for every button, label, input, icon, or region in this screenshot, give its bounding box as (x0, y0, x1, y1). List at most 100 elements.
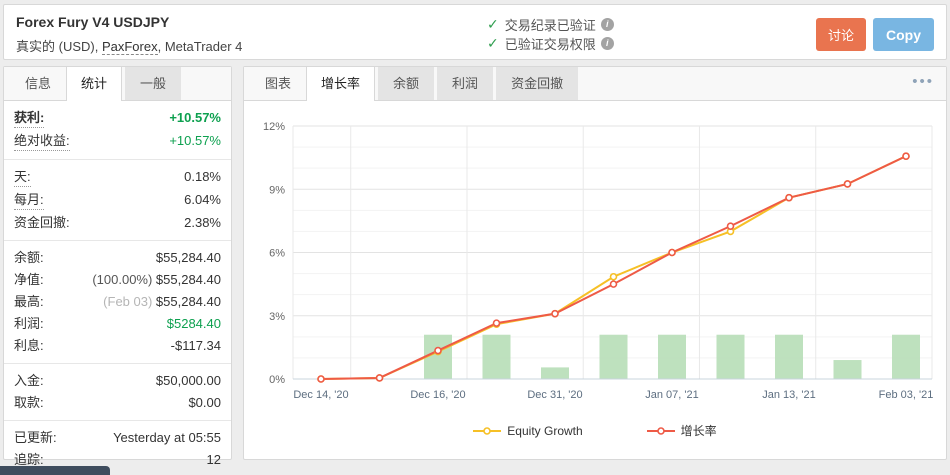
stat-value: +10.57% (169, 133, 221, 148)
header-buttons: 讨论 Copy (815, 18, 934, 51)
data-point (609, 280, 618, 288)
x-axis-tick: Dec 31, '20 (527, 389, 582, 401)
data-point (609, 272, 618, 281)
verification-row: ✓ 交易纪录已验证 i (487, 15, 614, 34)
x-axis-tick: Dec 14, '20 (293, 389, 348, 401)
stat-value-prefix: (100.00%) (92, 272, 156, 287)
verification-block: ✓ 交易纪录已验证 i ✓ 已验证交易权限 i (487, 15, 614, 53)
data-point (375, 374, 384, 382)
data-point (668, 248, 676, 257)
stat-value: 12 (206, 452, 221, 467)
verification-row: ✓ 已验证交易权限 i (487, 34, 614, 53)
check-icon: ✓ (487, 35, 499, 51)
stat-value-prefix: (Feb 03) (103, 294, 156, 309)
broker-link[interactable]: PaxForex (101, 39, 158, 55)
platform-label: , MetaTrader 4 (157, 39, 243, 54)
legend-item[interactable]: 增长率 (646, 422, 717, 439)
divider (4, 420, 231, 421)
data-point (843, 180, 852, 188)
stat-label[interactable]: 绝对收益: (14, 132, 70, 151)
stat-label[interactable]: 天: (14, 168, 31, 187)
tab-drawdown[interactable]: 资金回撤 (496, 67, 579, 100)
bar-4 (541, 367, 569, 379)
stat-value: $0.00 (188, 395, 221, 410)
stat-row-interest: 利息: -$117.34 (4, 335, 231, 357)
more-menu-icon[interactable]: ••• (912, 73, 934, 90)
x-axis-tick: Jan 07, '21 (645, 389, 698, 401)
chart-canvas: 0% 3% 6% 9% 12% Dec 14, '20 Dec 16, '20 Dec 31,… (263, 121, 934, 401)
verification-label: 交易纪录已验证 (504, 18, 596, 33)
stat-value: 2.38% (184, 215, 221, 230)
y-axis-tick: 3% (269, 311, 285, 323)
tab-info[interactable]: 信息 (10, 67, 66, 100)
stat-value: Yesterday at 05:55 (113, 430, 221, 445)
data-point (726, 222, 735, 230)
account-type: 真实的 (USD), (16, 39, 99, 54)
data-point (492, 319, 501, 327)
copy-button[interactable]: Copy (873, 18, 934, 51)
tab-balance[interactable]: 余额 (378, 67, 435, 100)
account-subtitle: 真实的 (USD), PaxForex, MetaTrader 4 (16, 36, 242, 55)
stat-value: 0.18% (184, 169, 221, 184)
stat-row-profit: 利润: $5284.40 (4, 313, 231, 335)
stat-row-drawdown: 资金回撤: 2.38% (4, 212, 231, 234)
bar-8 (775, 334, 803, 379)
account-title: Forex Fury V4 USDJPY (16, 14, 170, 30)
bar-3 (482, 334, 511, 379)
legend-marker-icon (646, 426, 675, 435)
tab-statistics[interactable]: 统计 (66, 67, 123, 101)
data-point (785, 193, 793, 202)
stat-value: $5284.40 (166, 316, 221, 331)
stat-label: 利息: (14, 338, 44, 353)
stat-row-highest: 最高: (Feb 03) $55,284.40 (4, 291, 231, 313)
info-icon[interactable]: i (600, 37, 614, 50)
stat-label: 资金回撤: (14, 215, 70, 230)
stat-row-equity: 净值: (100.00%) $55,284.40 (4, 269, 231, 291)
check-icon: ✓ (487, 16, 499, 32)
bar-10 (892, 334, 920, 379)
stat-label: 最高: (14, 294, 44, 309)
stats-list: 获利: +10.57% 绝对收益: +10.57% 天: 0.18% 每月: 6.04% 资金回… (4, 101, 231, 471)
account-page: Forex Fury V4 USDJPY 真实的 (USD), PaxForex… (0, 0, 950, 475)
divider (4, 240, 231, 241)
x-axis-tick: Jan 13, '21 (762, 389, 815, 401)
y-axis-tick: 0% (269, 374, 285, 386)
stat-row-gain: 获利: +10.57% (4, 107, 231, 130)
bar-7 (716, 334, 745, 379)
stat-value: (Feb 03) $55,284.40 (103, 294, 221, 309)
tab-chart[interactable]: 图表 (250, 67, 306, 100)
growth-chart: 0% 3% 6% 9% 12% Dec 14, '20 Dec 16, '20 Dec 31,… (244, 101, 946, 439)
stat-label: 利润: (14, 316, 44, 331)
stat-label: 取款: (14, 395, 44, 410)
data-point (551, 309, 559, 318)
stat-value: 6.04% (184, 192, 221, 207)
tab-general[interactable]: 一般 (125, 67, 182, 100)
stat-row-withdrawals: 取款: $0.00 (4, 392, 231, 414)
bar-6 (658, 334, 686, 379)
chart-legend: Equity Growth 增长率 (244, 422, 946, 439)
x-axis-tick: Feb 03, '21 (879, 389, 934, 401)
stat-row-monthly: 每月: 6.04% (4, 189, 231, 212)
verification-label: 已验证交易权限 (504, 37, 596, 52)
chart-tabbar: 图表 增长率 余额 利润 资金回撤 ••• (244, 67, 946, 101)
stat-label[interactable]: 获利: (14, 109, 45, 128)
account-header: Forex Fury V4 USDJPY 真实的 (USD), PaxForex… (3, 4, 947, 60)
data-point (902, 152, 910, 160)
stat-value: $55,284.40 (155, 250, 221, 265)
divider (4, 363, 231, 364)
info-icon[interactable]: i (600, 18, 614, 31)
x-axis-tick: Dec 16, '20 (410, 389, 465, 401)
legend-item[interactable]: Equity Growth (473, 422, 583, 439)
discuss-button[interactable]: 讨论 (815, 18, 866, 51)
stats-tabbar: 信息 统计 一般 (4, 67, 231, 101)
legend-marker-icon (473, 426, 502, 435)
stat-label: 净值: (14, 272, 44, 287)
tab-growth[interactable]: 增长率 (306, 67, 376, 101)
stat-value: $50,000.00 (155, 373, 221, 388)
legend-label: 增长率 (680, 424, 717, 438)
stat-value: -$117.34 (170, 338, 221, 353)
stat-value: (100.00%) $55,284.40 (92, 272, 221, 287)
stat-label[interactable]: 每月: (14, 191, 44, 210)
tab-profit[interactable]: 利润 (437, 67, 494, 100)
stat-label: 已更新: (14, 430, 57, 445)
